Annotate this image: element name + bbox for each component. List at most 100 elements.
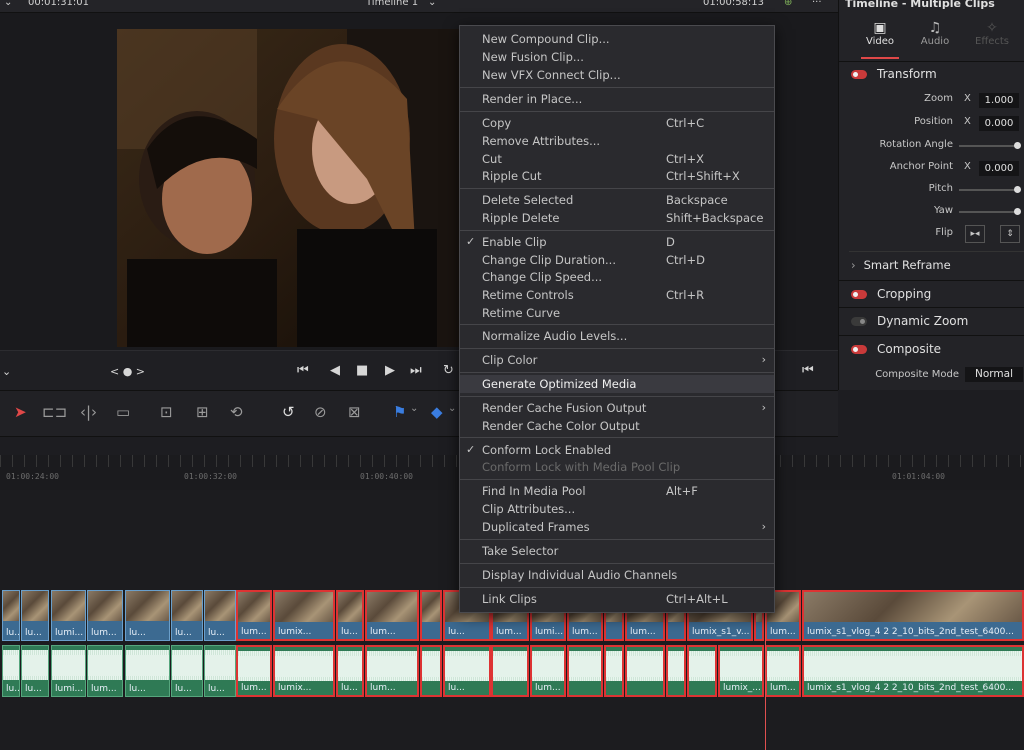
- overwrite-clip-icon[interactable]: ⊞: [196, 403, 209, 421]
- menu-item-find-in-media-pool[interactable]: Find In Media Pool Alt+F: [460, 482, 774, 500]
- chevron-down-icon[interactable]: ⌄: [4, 0, 12, 8]
- menu-item-render-cache-fusion-output[interactable]: Render Cache Fusion Output ›: [460, 399, 774, 417]
- composite-toggle[interactable]: [851, 345, 867, 354]
- audio-clip-selected[interactable]: lum...: [765, 645, 801, 697]
- trim-tool-icon[interactable]: ⊏⊐: [42, 403, 67, 421]
- audio-clip-selected[interactable]: lu...: [336, 645, 364, 697]
- menu-item-new-fusion-clip[interactable]: New Fusion Clip...: [460, 48, 774, 66]
- menu-item-conform-lock-enabled[interactable]: ✓ Conform Lock Enabled: [460, 441, 774, 459]
- menu-item-enable-clip[interactable]: ✓ Enable Clip D: [460, 233, 774, 251]
- flag-dropdown-icon[interactable]: ⌄: [410, 403, 418, 414]
- menu-item-duplicated-frames[interactable]: Duplicated Frames ›: [460, 518, 774, 536]
- flip-vertical-icon[interactable]: ⇕: [1000, 225, 1020, 243]
- menu-item-new-vfx-connect-clip[interactable]: New VFX Connect Clip...: [460, 66, 774, 84]
- video-clip-selected[interactable]: lu...: [336, 590, 364, 641]
- menu-item-render-cache-color-output[interactable]: Render Cache Color Output: [460, 417, 774, 435]
- tab-audio[interactable]: ♫ Audio: [919, 20, 951, 47]
- flip-horizontal-icon[interactable]: ▸◂: [965, 225, 985, 243]
- timeline-dropdown-icon[interactable]: ⌄: [428, 0, 436, 8]
- audio-clip[interactable]: lu...: [2, 645, 20, 697]
- go-to-end-icon[interactable]: ⏭: [410, 363, 422, 378]
- position-lock-icon[interactable]: ⊠: [348, 403, 361, 421]
- audio-clip-selected[interactable]: lum...: [236, 645, 272, 697]
- jog-control[interactable]: < ● >: [110, 365, 145, 378]
- audio-clip-selected[interactable]: lumix...: [273, 645, 335, 697]
- video-clip-selected[interactable]: lum...: [236, 590, 272, 641]
- section-composite[interactable]: Composite: [851, 342, 1024, 356]
- video-clip[interactable]: lumi...: [51, 590, 86, 641]
- video-clip-selected[interactable]: lum...: [365, 590, 419, 641]
- section-transform[interactable]: Transform: [851, 67, 1024, 81]
- go-to-start-icon[interactable]: ⏮: [297, 363, 309, 378]
- tab-effects[interactable]: ✧ Effects: [975, 20, 1009, 47]
- menu-item-remove-attributes[interactable]: Remove Attributes...: [460, 132, 774, 150]
- loop-icon[interactable]: ↻: [443, 363, 454, 378]
- marker-icon[interactable]: ◆: [431, 403, 443, 421]
- audio-clip-selected[interactable]: [666, 645, 686, 697]
- play-icon[interactable]: ▶: [385, 363, 395, 378]
- video-clip[interactable]: lu...: [171, 590, 203, 641]
- menu-item-take-selector[interactable]: Take Selector: [460, 542, 774, 560]
- menu-item-new-compound-clip[interactable]: New Compound Clip...: [460, 30, 774, 48]
- section-cropping[interactable]: Cropping: [851, 287, 1024, 301]
- video-clip[interactable]: lu...: [21, 590, 49, 641]
- menu-item-retime-controls[interactable]: Retime Controls Ctrl+R: [460, 286, 774, 304]
- flag-icon[interactable]: ⚑: [393, 403, 406, 421]
- audio-clip-selected[interactable]: lum...: [365, 645, 419, 697]
- audio-clip-selected[interactable]: lu...: [443, 645, 491, 697]
- audio-clip-selected[interactable]: [625, 645, 665, 697]
- audio-clip[interactable]: lu...: [171, 645, 203, 697]
- audio-clip-selected[interactable]: [491, 645, 529, 697]
- blade-tool-icon[interactable]: ▭: [116, 403, 130, 421]
- yaw-slider[interactable]: [959, 208, 1021, 215]
- pitch-slider[interactable]: [959, 186, 1021, 193]
- sync-icon[interactable]: ⊕: [784, 0, 792, 8]
- audio-clip-selected[interactable]: [687, 645, 717, 697]
- menu-item-clip-attributes[interactable]: Clip Attributes...: [460, 500, 774, 518]
- audio-clip[interactable]: lu...: [204, 645, 236, 697]
- audio-clip-selected[interactable]: [420, 645, 442, 697]
- view-options-icon[interactable]: ⌄: [2, 365, 11, 378]
- menu-item-link-clips[interactable]: Link Clips Ctrl+Alt+L: [460, 590, 774, 608]
- zoom-x-field[interactable]: 1.000: [979, 93, 1019, 108]
- cropping-toggle[interactable]: [851, 290, 867, 299]
- rotation-slider[interactable]: [959, 142, 1021, 149]
- video-clip[interactable]: lu...: [125, 590, 170, 641]
- audio-clip-selected[interactable]: lum...: [530, 645, 566, 697]
- video-clip-selected[interactable]: lumix...: [273, 590, 335, 641]
- timeline-name[interactable]: Timeline 1: [366, 0, 418, 8]
- video-clip[interactable]: lum...: [87, 590, 123, 641]
- next-edit-icon[interactable]: ⏮: [802, 363, 814, 378]
- menu-item-generate-optimized-media[interactable]: Generate Optimized Media: [460, 375, 774, 393]
- menu-item-cut[interactable]: Cut Ctrl+X: [460, 150, 774, 168]
- menu-item-copy[interactable]: Copy Ctrl+C: [460, 114, 774, 132]
- stop-icon[interactable]: ■: [356, 363, 368, 378]
- video-clip[interactable]: lu...: [204, 590, 236, 641]
- audio-clip[interactable]: lu...: [21, 645, 49, 697]
- menu-item-clip-color[interactable]: Clip Color ›: [460, 351, 774, 369]
- menu-item-delete-selected[interactable]: Delete Selected Backspace: [460, 191, 774, 209]
- marker-dropdown-icon[interactable]: ⌄: [448, 403, 456, 414]
- snapping-icon[interactable]: ↺: [282, 403, 295, 421]
- insert-clip-icon[interactable]: ⊡: [160, 403, 173, 421]
- audio-clip[interactable]: lu...: [125, 645, 170, 697]
- video-clip-selected[interactable]: lumix_s1_vlog_4 2 2_10_bits_2nd_test_640…: [802, 590, 1024, 641]
- composite-mode-select[interactable]: Normal: [965, 367, 1023, 382]
- menu-item-ripple-cut[interactable]: Ripple Cut Ctrl+Shift+X: [460, 167, 774, 185]
- menu-item-ripple-delete[interactable]: Ripple Delete Shift+Backspace: [460, 209, 774, 227]
- section-smart-reframe[interactable]: › Smart Reframe: [851, 258, 1024, 272]
- more-options-icon[interactable]: ···: [812, 0, 822, 8]
- audio-clip[interactable]: lumi...: [51, 645, 86, 697]
- replace-clip-icon[interactable]: ⟲: [230, 403, 243, 421]
- menu-item-retime-curve[interactable]: Retime Curve: [460, 304, 774, 322]
- menu-item-change-clip-duration[interactable]: Change Clip Duration... Ctrl+D: [460, 251, 774, 269]
- play-reverse-icon[interactable]: ◀: [330, 363, 340, 378]
- video-clip-selected[interactable]: [420, 590, 442, 641]
- transform-toggle[interactable]: [851, 70, 867, 79]
- position-x-field[interactable]: 0.000: [979, 116, 1019, 131]
- audio-clip-selected[interactable]: [567, 645, 603, 697]
- section-dynamic-zoom[interactable]: Dynamic Zoom: [851, 314, 1024, 328]
- menu-item-normalize-audio-levels[interactable]: Normalize Audio Levels...: [460, 327, 774, 345]
- menu-item-display-audio-channels[interactable]: Display Individual Audio Channels: [460, 566, 774, 584]
- tab-video[interactable]: ▣ Video: [865, 20, 895, 47]
